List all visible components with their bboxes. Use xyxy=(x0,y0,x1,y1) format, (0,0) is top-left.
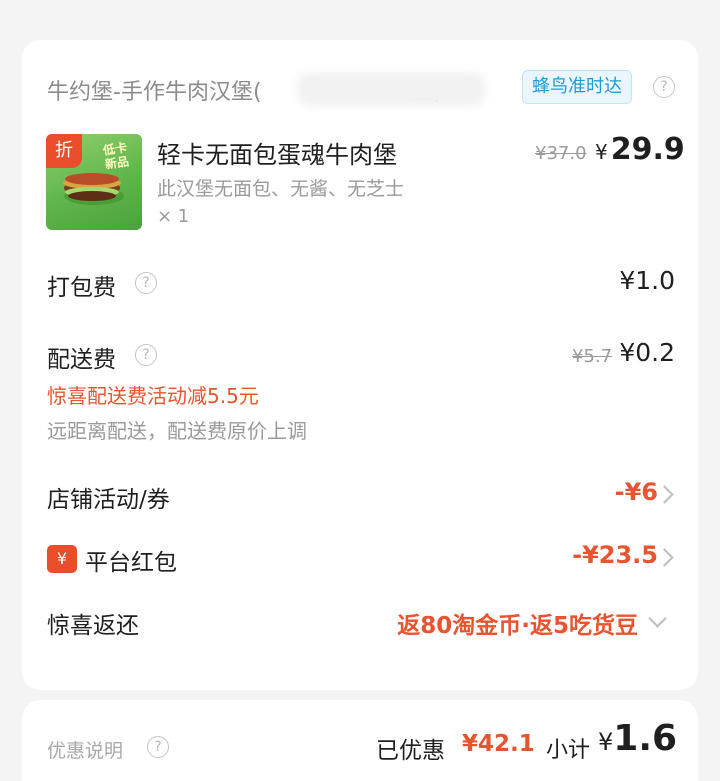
item-description: 此汉堡无面包、无酱、无芝士 xyxy=(157,178,405,200)
surprise-return-value: 返80淘金币·返5吃货豆 xyxy=(397,613,638,639)
subtotal-label: 小计 xyxy=(546,738,591,763)
delivery-fee-label: 配送费 xyxy=(47,347,116,373)
item-original-price: ¥37.0 xyxy=(535,143,587,164)
packing-fee-amount: ¥1.0 xyxy=(619,266,675,295)
packing-fee-label: 打包费 xyxy=(47,275,116,301)
item-quantity: × 1 xyxy=(157,206,190,227)
discount-tag-label: 折 xyxy=(55,140,73,161)
saved-amount: ¥42.1 xyxy=(462,731,535,757)
item-price-currency: ¥ xyxy=(595,140,608,164)
delivery-fee-original: ¥5.7 xyxy=(572,346,613,367)
question-circle-icon[interactable]: ? xyxy=(653,76,675,98)
delivery-fee-promo: 惊喜配送费活动减5.5元 xyxy=(47,384,259,408)
shop-name-text: 牛约堡-手作牛肉汉堡( xyxy=(47,80,262,105)
redacted-blur xyxy=(296,72,486,106)
platform-redpacket-label: 平台红包 xyxy=(85,550,177,576)
discount-info-label[interactable]: 优惠说明 xyxy=(47,736,123,763)
delivery-badge-label: 蜂鸟准时达 xyxy=(532,76,622,97)
delivery-fee-note: 远距离配送，配送费原价上调 xyxy=(47,419,307,443)
question-circle-icon[interactable]: ? xyxy=(135,344,157,366)
store-discount-label: 店铺活动/券 xyxy=(47,487,170,513)
subtotal-amount: ¥1.6 xyxy=(598,718,677,759)
item-price: ¥29.9 xyxy=(595,132,685,167)
delivery-fee-amount: ¥0.2 xyxy=(619,338,675,367)
yuan-icon-glyph: ¥ xyxy=(56,549,68,568)
item-title[interactable]: 轻卡无面包蛋魂牛肉堡 xyxy=(157,135,397,170)
subtotal-value: 1.6 xyxy=(613,718,678,759)
platform-redpacket-amount: -¥23.5 xyxy=(572,541,658,569)
image-caption: 低卡 新品 xyxy=(96,140,136,173)
question-circle-icon[interactable]: ? xyxy=(135,272,157,294)
yuan-icon: ¥ xyxy=(47,545,77,573)
item-price-value: 29.9 xyxy=(610,132,685,167)
surprise-return-label: 惊喜返还 xyxy=(47,613,139,639)
delivery-badge: 蜂鸟准时达 xyxy=(522,70,632,104)
store-discount-amount: -¥6 xyxy=(614,478,658,506)
subtotal-currency: ¥ xyxy=(598,728,614,756)
question-circle-icon[interactable]: ? xyxy=(147,736,169,758)
saved-label: 已优惠 xyxy=(376,738,445,764)
discount-tag: 折 xyxy=(46,134,82,168)
summary-footer xyxy=(22,700,698,781)
